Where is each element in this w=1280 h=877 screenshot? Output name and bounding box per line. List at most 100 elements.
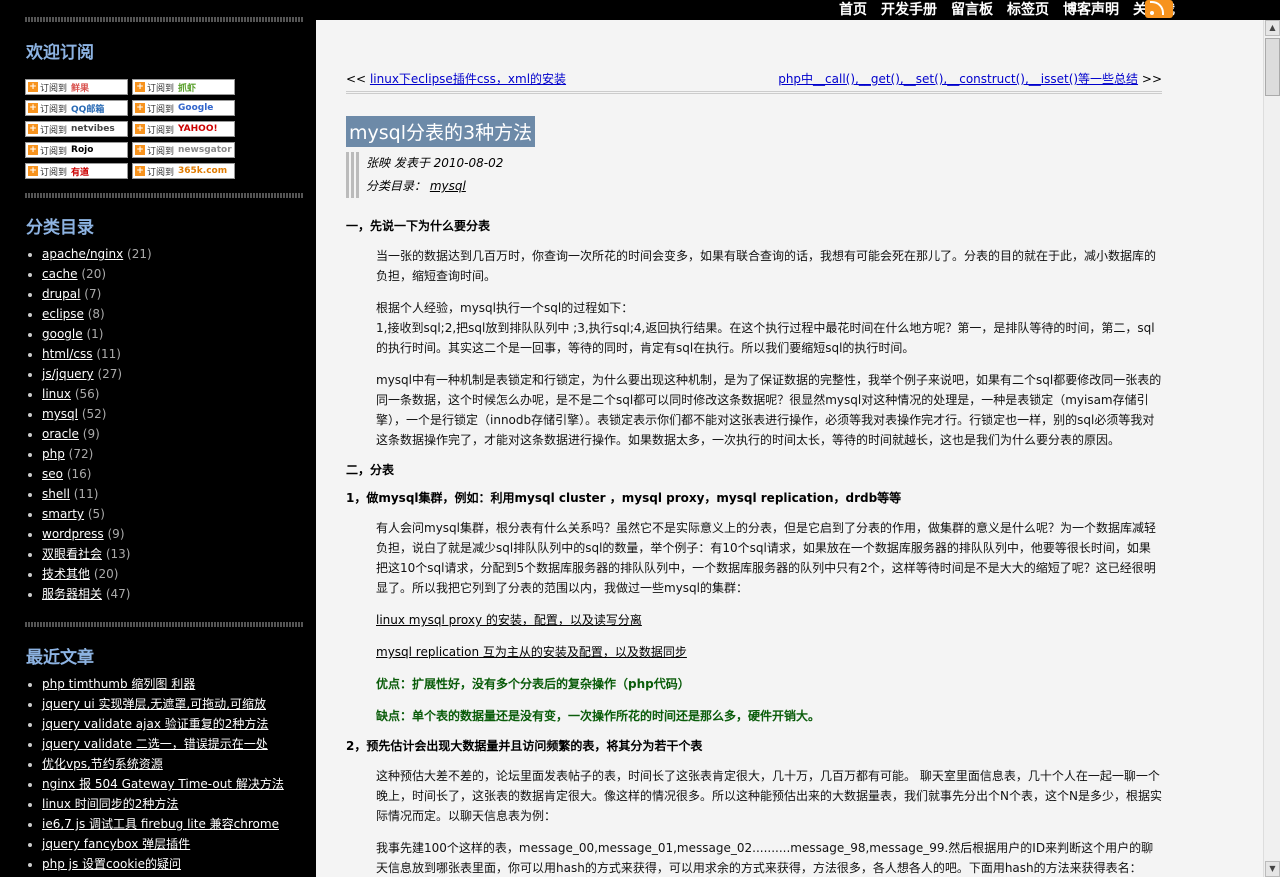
prev-post: << linux下eclipse插件css，xml的安装 [346,72,567,86]
feed-button-youdao[interactable]: + 订阅到 有道 [25,163,128,179]
category-link[interactable]: seo [42,467,63,481]
sidebar-divider [25,622,303,627]
recent-posts-list: php timthumb 缩列图 利器 jquery ui 实现弹层,无遮罩,可… [28,674,284,874]
section-heading: 二，分表 [346,463,395,477]
category-link[interactable]: google [42,327,83,341]
plus-icon: + [135,103,145,113]
list-item: ie6,7 js 调试工具 firebug lite 兼容chrome [28,814,284,834]
scrollbar[interactable]: ▲ ▼ [1263,20,1280,877]
recent-post-link[interactable]: php timthumb 缩列图 利器 [42,677,195,691]
recent-heading: 最近文章 [26,648,94,668]
rss-icon[interactable] [1145,0,1173,18]
paragraph: 当一张的数据达到几百万时，你查询一次所花的时间会变多，如果有联合查询的话，我想有… [376,249,1157,283]
recent-post-link[interactable]: jquery validate ajax 验证重复的2种方法 [42,717,268,731]
list-item: html/css (11) [28,344,152,364]
feed-button-365k[interactable]: + 订阅到 365k.com [132,163,235,179]
list-item: drupal (7) [28,284,152,304]
scroll-up-icon[interactable]: ▲ [1265,20,1280,36]
list-item: mysql (52) [28,404,152,424]
category-link[interactable]: wordpress [42,527,104,541]
post-navigation: << linux下eclipse插件css，xml的安装 php中__call(… [346,70,1162,94]
recent-post-link[interactable]: nginx 报 504 Gateway Time-out 解决方法 [42,777,284,791]
recent-post-link[interactable]: ie6,7 js 调试工具 firebug lite 兼容chrome [42,817,279,831]
post-body: 一，先说一下为什么要分表 当一张的数据达到几百万时，你查询一次所花的时间会变多，… [346,218,1162,877]
feed-button-google[interactable]: + 订阅到 Google [132,100,235,116]
paragraph: 这种预估大差不差的，论坛里面发表帖子的表，时间长了这张表肯定很大，几十万，几百万… [376,769,1162,823]
list-item: eclipse (8) [28,304,152,324]
author-line: 张映 发表于 2010-08-02 [366,156,504,170]
post-meta: 张映 发表于 2010-08-02 分类目录： mysql [346,152,646,198]
plus-icon: + [28,103,38,113]
next-post-link[interactable]: php中__call(),__get(),__set(),__construct… [778,72,1138,86]
feed-button-netvibes[interactable]: + 订阅到 netvibes [25,121,128,137]
list-item: 优化vps,节约系统资源 [28,754,284,774]
recent-post-link[interactable]: jquery ui 实现弹层,无遮罩,可拖动,可缩放 [42,697,266,711]
category-link[interactable]: shell [42,487,70,501]
list-item: google (1) [28,324,152,344]
nav-home[interactable]: 首页 [839,0,867,20]
category-link[interactable]: linux [42,387,71,401]
recent-post-link[interactable]: jquery fancybox 弹层插件 [42,837,190,851]
list-item: js/jquery (27) [28,364,152,384]
feed-button-rojo[interactable]: + 订阅到 Rojo [25,142,128,158]
list-item: 技术其他 (20) [28,564,152,584]
category-link[interactable]: mysql [42,407,78,421]
mysql-proxy-link[interactable]: linux mysql proxy 的安装，配置，以及读写分离 [376,613,642,627]
category-link[interactable]: eclipse [42,307,84,321]
main-content: << linux下eclipse插件css，xml的安装 php中__call(… [316,20,1263,877]
scroll-thumb[interactable] [1265,38,1280,96]
list-item: jquery validate ajax 验证重复的2种方法 [28,714,284,734]
list-item: shell (11) [28,484,152,504]
feed-buttons: + 订阅到 鲜果 + 订阅到 抓虾 + 订阅到 QQ邮箱 + 订阅到 Google + 订阅到 ne… [25,79,240,179]
recent-post-link[interactable]: linux 时间同步的2种方法 [42,797,178,811]
feed-button-newsgator[interactable]: + 订阅到 newsgator [132,142,235,158]
sidebar: 欢迎订阅 + 订阅到 鲜果 + 订阅到 抓虾 + 订阅到 QQ邮箱 + 订阅到 Google +… [0,0,316,877]
list-item: smarty (5) [28,504,152,524]
list-item: jquery ui 实现弹层,无遮罩,可拖动,可缩放 [28,694,284,714]
category-link[interactable]: smarty [42,507,84,521]
feed-button-zhuaxia[interactable]: + 订阅到 抓虾 [132,79,235,95]
subscribe-heading: 欢迎订阅 [26,43,94,63]
section-heading: 1，做mysql集群，例如：利用mysql cluster ，mysql pro… [346,491,902,505]
section-heading: 2，预先估计会出现大数据量并且访问频繁的表，将其分为若干个表 [346,739,703,753]
feed-button-yahoo[interactable]: + 订阅到 YAHOO! [132,121,235,137]
category-link[interactable]: php [42,447,65,461]
feed-button-qqmail[interactable]: + 订阅到 QQ邮箱 [25,100,128,116]
list-item: oracle (9) [28,424,152,444]
recent-post-link[interactable]: 优化vps,节约系统资源 [42,757,163,771]
list-item: nginx 报 504 Gateway Time-out 解决方法 [28,774,284,794]
plus-icon: + [28,166,38,176]
scroll-down-icon[interactable]: ▼ [1265,861,1280,877]
recent-post-link[interactable]: jquery validate 二选一，错误提示在一处 [42,737,268,751]
cons-text: 缺点：单个表的数据量还是没有变，一次操作所花的时间还是那么多，硬件开销大。 [376,709,821,723]
paragraph: 有人会问mysql集群，根分表有什么关系吗？虽然它不是实际意义上的分表，但是它启… [376,521,1156,595]
category-link[interactable]: cache [42,267,78,281]
nav-dev-manual[interactable]: 开发手册 [881,0,937,20]
meta-bar [346,152,360,198]
plus-icon: + [135,82,145,92]
sidebar-divider [25,193,303,198]
category-link[interactable]: js/jquery [42,367,94,381]
category-link[interactable]: drupal [42,287,80,301]
category-list: apache/nginx (21) cache (20) drupal (7) … [28,244,152,604]
recent-post-link[interactable]: php js 设置cookie的疑问 [42,857,181,871]
category-link[interactable]: oracle [42,427,79,441]
prev-post-link[interactable]: linux下eclipse插件css，xml的安装 [370,72,566,86]
plus-icon: + [135,166,145,176]
nav-disclaimer[interactable]: 博客声明 [1063,0,1119,20]
plus-icon: + [135,145,145,155]
category-link[interactable]: html/css [42,347,92,361]
sidebar-divider [25,17,303,22]
plus-icon: + [28,124,38,134]
nav-guestbook[interactable]: 留言板 [951,0,993,20]
mysql-replication-link[interactable]: mysql replication 互为主从的安装及配置，以及数据同步 [376,645,687,659]
post-category-link[interactable]: mysql [430,179,466,193]
category-link[interactable]: 服务器相关 [42,587,102,601]
category-link[interactable]: 技术其他 [42,567,90,581]
page-title: mysql分表的3种方法 [346,116,536,147]
category-link[interactable]: 双眼看社会 [42,547,102,561]
feed-button-xianguo[interactable]: + 订阅到 鲜果 [25,79,128,95]
nav-tags[interactable]: 标签页 [1007,0,1049,20]
post-category: 分类目录： mysql [366,179,466,193]
category-link[interactable]: apache/nginx [42,247,123,261]
